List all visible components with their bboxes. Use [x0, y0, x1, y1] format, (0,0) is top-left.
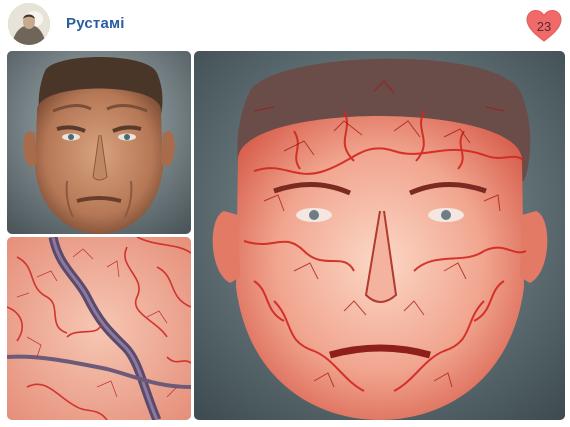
gallery-image-portrait[interactable] — [7, 51, 191, 234]
vein-texture — [7, 237, 191, 420]
like-count: 23 — [536, 19, 552, 34]
gallery-image-result[interactable] — [194, 51, 565, 420]
stylized-vein-portrait — [194, 51, 565, 420]
portrait-photo — [7, 51, 191, 234]
avatar-image — [8, 3, 50, 45]
author-name[interactable]: Рустамі — [66, 15, 125, 32]
avatar[interactable] — [8, 3, 50, 45]
post-card: Рустамі 23 — [0, 0, 570, 427]
post-header: Рустамі 23 — [0, 0, 570, 50]
gallery-image-veins[interactable] — [7, 237, 191, 420]
like-button[interactable]: 23 — [525, 9, 563, 43]
